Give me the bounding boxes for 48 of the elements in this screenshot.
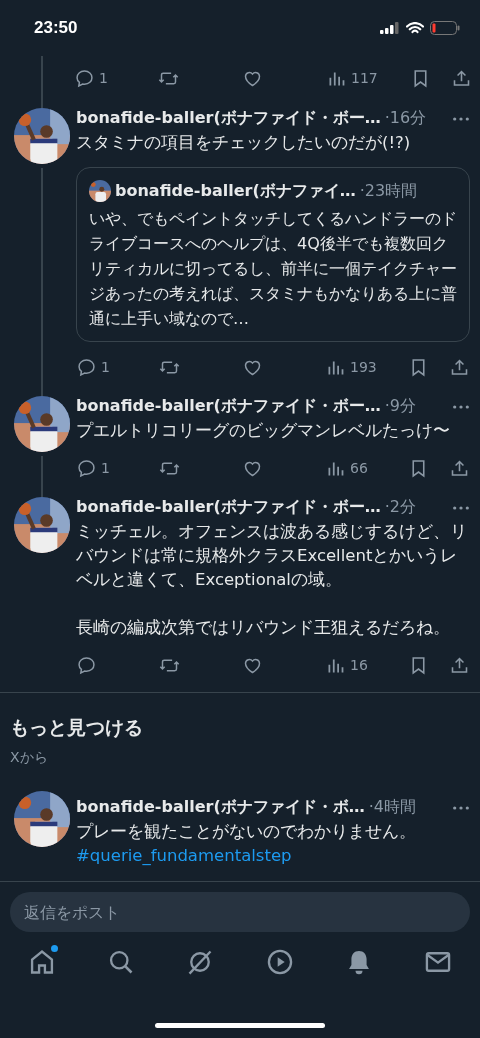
author-name[interactable]: bonafide-baller(ボナファイド・ボー… [76, 396, 381, 417]
nav-tab[interactable] [28, 948, 56, 976]
more-icon[interactable] [452, 804, 470, 811]
share-button[interactable] [451, 67, 472, 89]
nav-tab[interactable] [265, 948, 294, 976]
speech-bubble-icon [76, 654, 97, 676]
share-button[interactable] [449, 356, 470, 378]
share-button[interactable] [449, 654, 470, 676]
post-time: ·16分 [384, 108, 427, 129]
views-button[interactable]: 117 [326, 67, 410, 89]
author-name[interactable]: bonafide-baller(ボナファイ… [115, 180, 356, 202]
share-button[interactable] [449, 457, 470, 479]
post-text: 長崎の編成次第ではリバウンド王狙えるだろね。 [76, 617, 451, 639]
section-title: もっと見つける [10, 715, 144, 740]
post-text: ミッチェル。オフェンスは波ある感じするけど、リバウンドは常に規格外クラスExcellentとかいうレベルと違くて、Exceptionalの域。 [76, 521, 468, 591]
author-name[interactable]: bonafide-baller(ボナファイド・ボ… [76, 797, 365, 818]
post-text: プエルトリコリーグのビッグマンレベルたっけ〜 [76, 420, 451, 442]
reply-button[interactable]: 1 [76, 356, 159, 378]
quoted-post[interactable]: bonafide-baller(ボナファイ… ·23時間 いや、でもペイントタッチしてくるハンドラーのドライブコースへのヘルプは、4Q後半でも複数回クリティカルに切ってるし、前半に一個テイクチャージあったの考えれば、スタミナもかなりある上に普通に上手い域なので… [76, 167, 470, 342]
post-time: ·23時間 [359, 180, 418, 202]
views-button[interactable]: 193 [325, 356, 408, 378]
speech-bubble-icon [76, 457, 97, 479]
signal-icon [380, 22, 400, 34]
views-button[interactable]: 16 [325, 654, 408, 676]
author-name[interactable]: bonafide-baller(ボナファイド・ボー… [76, 497, 381, 518]
speech-bubble-icon [74, 67, 95, 89]
status-time: 23:50 [34, 18, 78, 38]
reply-button[interactable]: 1 [76, 457, 159, 479]
speech-bubble-icon [76, 356, 97, 378]
reply-button[interactable]: 1 [74, 67, 158, 89]
battery-icon [430, 21, 460, 35]
more-icon[interactable] [452, 403, 470, 410]
post-text: いや、でもペイントタッチしてくるハンドラーのドライブコースへのヘルプは、4Q後半でも複数回クリティカルに切ってるし、前半に一個テイクチャージあったの考えれば、スタミナもかなりある上に普通に上手い域なので… [89, 208, 457, 330]
play-icon [265, 948, 294, 976]
section-subtitle: Xから [10, 749, 49, 767]
reply-field[interactable]: 返信をポスト [10, 892, 470, 932]
post-text: スタミナの項目をチェックしたいのだが(!?) [76, 132, 412, 154]
more-icon[interactable] [452, 504, 470, 511]
views-button[interactable]: 66 [325, 457, 408, 479]
home-icon [28, 948, 56, 976]
more-icon[interactable] [452, 115, 470, 122]
wifi-icon [406, 21, 424, 35]
post-time: ·9分 [384, 396, 416, 417]
post-time: ·2分 [384, 497, 416, 518]
hashtag-link[interactable]: #querie_fundamentalstep [76, 846, 292, 865]
post-time: ·4時間 [368, 797, 416, 818]
author-name[interactable]: bonafide-baller(ボナファイド・ボー… [76, 108, 381, 129]
post-text: プレーを観たことがないのでわかりません。 [76, 821, 417, 843]
